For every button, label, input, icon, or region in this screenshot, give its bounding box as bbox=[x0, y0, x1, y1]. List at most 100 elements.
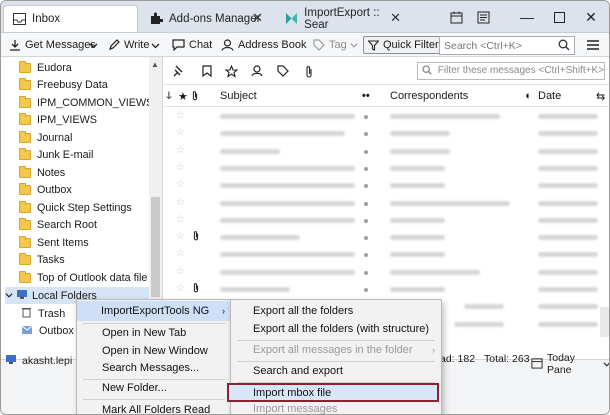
hamburger-menu-icon[interactable] bbox=[586, 39, 600, 54]
folder-tasks[interactable]: Tasks bbox=[19, 252, 65, 269]
quick-filter-button[interactable]: Quick Filter bbox=[363, 36, 444, 54]
table-row[interactable]: ☆ bbox=[164, 246, 609, 263]
star-icon[interactable]: ☆ bbox=[176, 266, 185, 277]
menu-item-importexporttools[interactable]: ImportExportTools NG › bbox=[77, 301, 231, 321]
star-icon[interactable]: ☆ bbox=[176, 127, 185, 138]
read-status-icon[interactable] bbox=[364, 166, 368, 171]
table-row[interactable]: ☆ bbox=[164, 125, 609, 142]
get-messages-dropdown[interactable] bbox=[89, 36, 102, 54]
table-row[interactable]: ☆ bbox=[164, 143, 609, 160]
folder-trash[interactable]: Trash bbox=[21, 305, 65, 322]
column-picker-icon[interactable]: ⇆ bbox=[596, 90, 605, 103]
read-status-icon[interactable] bbox=[364, 201, 368, 206]
sort-icon[interactable]: ◖ bbox=[524, 90, 531, 102]
close-icon[interactable]: ✕ bbox=[390, 10, 401, 26]
star-icon[interactable]: ☆ bbox=[176, 248, 185, 259]
folder-ipm-common-views[interactable]: IPM_COMMON_VIEWS bbox=[19, 94, 153, 111]
tab-importexport[interactable]: ImportExport :: Sear ✕ bbox=[277, 5, 409, 32]
folder-local-outbox[interactable]: Outbox bbox=[21, 322, 74, 339]
address-book-button[interactable]: Address Book bbox=[221, 36, 306, 54]
folder-outbox[interactable]: Outbox bbox=[19, 182, 72, 199]
star-filter-icon[interactable] bbox=[224, 64, 238, 78]
subject-column-header[interactable]: Subject bbox=[220, 90, 257, 102]
folder-notes[interactable]: Notes bbox=[19, 164, 65, 181]
write-button[interactable]: Write bbox=[108, 36, 149, 54]
attachment-column-icon[interactable] bbox=[191, 90, 199, 104]
folder-freebusy-data[interactable]: Freebusy Data bbox=[19, 77, 108, 94]
pin-icon[interactable] bbox=[172, 64, 186, 78]
close-icon[interactable]: ✕ bbox=[252, 10, 263, 26]
table-row[interactable]: ☆ bbox=[164, 195, 609, 212]
minimize-icon[interactable]: — bbox=[515, 6, 539, 28]
table-row[interactable]: ☆ bbox=[164, 281, 609, 298]
folder-scrollbar-thumb[interactable] bbox=[151, 197, 160, 297]
menu-item-import-messages[interactable]: Import messages bbox=[231, 402, 337, 414]
read-status-icon[interactable] bbox=[364, 149, 368, 154]
chat-button[interactable]: Chat bbox=[172, 36, 212, 54]
menu-item-new-folder[interactable]: New Folder... bbox=[77, 378, 167, 398]
menu-item-export-all-folders-structure[interactable]: Export all the folders (with structure) bbox=[231, 319, 429, 339]
read-status-icon[interactable] bbox=[364, 253, 368, 258]
read-status-icon[interactable] bbox=[364, 132, 368, 137]
read-status-icon[interactable] bbox=[364, 270, 368, 275]
table-row[interactable]: ☆ bbox=[164, 160, 609, 177]
star-icon[interactable]: ☆ bbox=[176, 231, 185, 242]
menu-item-open-new-tab[interactable]: Open in New Tab bbox=[77, 323, 186, 343]
menu-item-import-mbox-file[interactable]: Import mbox file bbox=[227, 383, 439, 402]
read-status-icon[interactable] bbox=[364, 218, 368, 223]
read-status-icon[interactable] bbox=[364, 184, 368, 189]
star-icon[interactable]: ☆ bbox=[176, 214, 185, 225]
folder-journal[interactable]: Journal bbox=[19, 129, 72, 146]
read-column-icon[interactable]: •• bbox=[362, 90, 370, 102]
tasks-icon[interactable] bbox=[471, 6, 495, 28]
table-row[interactable]: ☆ bbox=[164, 264, 609, 281]
menu-item-export-all-messages[interactable]: Export all messages in the folder › bbox=[231, 340, 441, 360]
star-icon[interactable]: ☆ bbox=[176, 145, 185, 156]
read-status-icon[interactable] bbox=[364, 115, 368, 119]
folder-quick-step-settings[interactable]: Quick Step Settings bbox=[19, 199, 132, 216]
account-status[interactable]: akasht.lepi bbox=[5, 354, 72, 368]
today-pane-button[interactable]: Today Pane bbox=[531, 352, 609, 376]
star-icon[interactable]: ☆ bbox=[176, 110, 185, 121]
menu-item-search-and-export[interactable]: Search and export bbox=[231, 361, 343, 381]
chevron-down-icon[interactable] bbox=[5, 290, 13, 302]
thread-column-icon[interactable]: ↆ bbox=[166, 90, 172, 103]
folder-top-of-outlook[interactable]: Top of Outlook data file bbox=[19, 269, 147, 286]
close-window-icon[interactable]: ✕ bbox=[579, 6, 603, 28]
table-row[interactable]: ☆ bbox=[164, 229, 609, 246]
menu-item-mark-all-read[interactable]: Mark All Folders Read bbox=[77, 400, 210, 414]
search-input[interactable]: Search <Ctrl+K> bbox=[439, 36, 575, 55]
menu-item-search-messages[interactable]: Search Messages... bbox=[77, 358, 199, 378]
read-status-icon[interactable] bbox=[364, 236, 368, 241]
scroll-up-icon[interactable]: ▲ bbox=[151, 60, 159, 69]
star-icon[interactable]: ☆ bbox=[176, 197, 185, 208]
table-row[interactable]: ☆ bbox=[164, 177, 609, 194]
menu-item-export-all-folders[interactable]: Export all the folders bbox=[231, 301, 353, 321]
write-dropdown[interactable] bbox=[151, 36, 164, 54]
tag-button[interactable]: Tag bbox=[313, 36, 362, 54]
folder-sent-items[interactable]: Sent Items bbox=[19, 234, 89, 251]
star-icon[interactable]: ☆ bbox=[176, 162, 185, 173]
folder-ipm-views[interactable]: IPM_VIEWS bbox=[19, 112, 97, 129]
folder-junk-email[interactable]: Junk E-mail bbox=[19, 147, 93, 164]
correspondents-column-header[interactable]: Correspondents bbox=[390, 90, 468, 102]
date-column-header[interactable]: Date bbox=[538, 90, 561, 102]
star-column-icon[interactable]: ★ bbox=[178, 90, 188, 103]
contact-filter-icon[interactable] bbox=[250, 64, 264, 78]
folder-eudora[interactable]: Eudora bbox=[19, 59, 72, 76]
maximize-icon[interactable] bbox=[547, 6, 571, 28]
tab-inbox[interactable]: Inbox bbox=[3, 5, 138, 32]
folder-search-root[interactable]: Search Root bbox=[19, 217, 97, 234]
get-messages-button[interactable]: Get Messages bbox=[9, 36, 96, 54]
table-row[interactable]: ☆ bbox=[164, 212, 609, 229]
tag-filter-icon[interactable] bbox=[276, 64, 290, 78]
calendar-icon[interactable] bbox=[444, 6, 468, 28]
message-list-scrollbar[interactable] bbox=[600, 307, 609, 337]
table-row[interactable]: ☆ bbox=[164, 108, 609, 125]
unread-filter-icon[interactable] bbox=[200, 64, 214, 78]
attachment-filter-icon[interactable] bbox=[302, 64, 316, 78]
read-status-icon[interactable] bbox=[364, 288, 368, 292]
tab-addons-manager[interactable]: Add-ons Manager ✕ bbox=[141, 5, 271, 32]
star-icon[interactable]: ☆ bbox=[176, 179, 185, 190]
star-icon[interactable]: ☆ bbox=[176, 283, 185, 294]
